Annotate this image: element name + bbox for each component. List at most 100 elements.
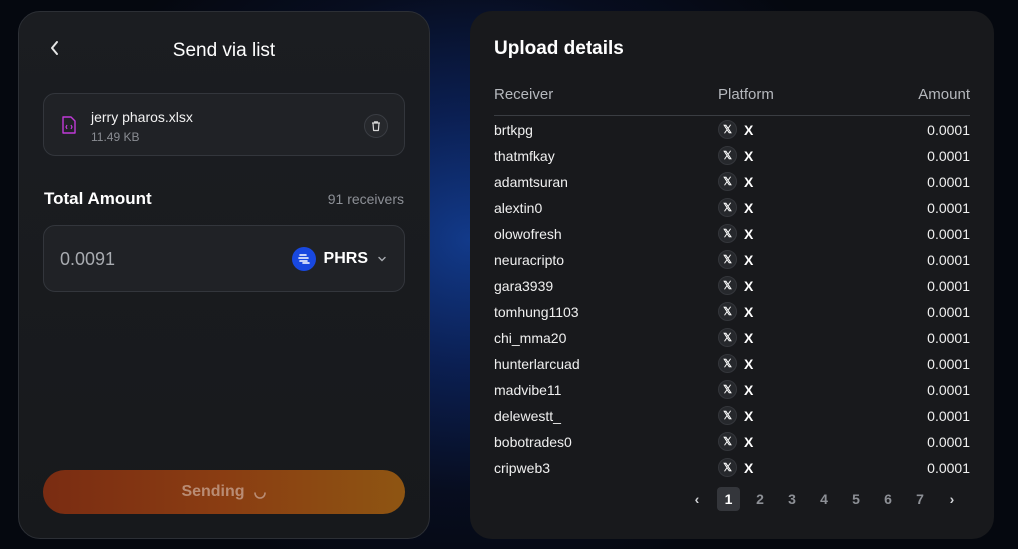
send-button-label: Sending <box>181 483 245 500</box>
amount-cell: 0.0001 <box>927 122 970 138</box>
pagination-page-7[interactable]: 7 <box>904 487 936 511</box>
platform-cell: 𝕏X <box>718 302 753 321</box>
table-row: cripweb3 𝕏 X 0.0001 <box>494 456 970 482</box>
x-logo-icon: 𝕏 <box>718 458 737 477</box>
column-header-platform: Platform <box>718 86 774 103</box>
pagination-page-1[interactable]: 1 <box>717 487 740 511</box>
pagination-next-button[interactable]: › <box>936 487 968 511</box>
amount-cell: 0.0001 <box>927 330 970 346</box>
table-row: brtkpg 𝕏 X 0.0001 <box>494 118 970 144</box>
platform-label: X <box>744 433 754 450</box>
file-name: jerry pharos.xlsx <box>91 109 193 125</box>
platform-label: X <box>744 251 754 268</box>
pagination-page-4[interactable]: 4 <box>808 487 840 511</box>
column-header-amount: Amount <box>918 86 970 103</box>
trash-icon <box>372 121 380 132</box>
platform-label: X <box>744 173 754 190</box>
x-logo-icon: 𝕏 <box>718 224 737 243</box>
platform-label: X <box>744 381 754 398</box>
phrs-token-icon <box>291 247 316 271</box>
amount-cell: 0.0001 <box>927 408 970 424</box>
receiver-cell: thatmfkay <box>494 148 555 164</box>
platform-cell: 𝕏X <box>718 458 753 477</box>
platform-cell: 𝕏X <box>718 120 753 139</box>
platform-cell: 𝕏X <box>718 432 753 451</box>
x-logo-icon: 𝕏 <box>718 120 737 139</box>
spreadsheet-file-icon <box>62 116 76 134</box>
table-row: neuracripto 𝕏 X 0.0001 <box>494 248 970 274</box>
platform-label: X <box>744 459 754 476</box>
amount-cell: 0.0001 <box>927 200 970 216</box>
amount-field[interactable]: 0.0091 PHRS <box>43 225 405 292</box>
receiver-cell: brtkpg <box>494 122 533 138</box>
amount-cell: 0.0001 <box>927 226 970 242</box>
x-logo-icon: 𝕏 <box>718 198 737 217</box>
receiver-cell: tomhung1103 <box>494 304 579 320</box>
table-row: delewestt_ 𝕏 X 0.0001 <box>494 404 970 430</box>
table-row: madvibe11 𝕏 X 0.0001 <box>494 378 970 404</box>
x-logo-icon: 𝕏 <box>718 276 737 295</box>
send-panel: Send via list jerry pharos.xlsx 11.49 KB… <box>18 11 430 539</box>
receiver-cell: adamtsuran <box>494 174 568 190</box>
platform-cell: 𝕏X <box>718 380 753 399</box>
amount-cell: 0.0001 <box>927 252 970 268</box>
x-logo-icon: 𝕏 <box>718 302 737 321</box>
upload-details-title: Upload details <box>494 38 624 59</box>
x-logo-icon: 𝕏 <box>718 146 737 165</box>
platform-cell: 𝕏X <box>718 146 753 165</box>
platform-cell: 𝕏X <box>718 224 753 243</box>
send-button[interactable]: Sending <box>43 470 405 514</box>
platform-cell: 𝕏X <box>718 328 753 347</box>
x-logo-icon: 𝕏 <box>718 172 737 191</box>
platform-cell: 𝕏X <box>718 276 753 295</box>
receiver-cell: delewestt_ <box>494 408 561 424</box>
pagination-page-5[interactable]: 5 <box>840 487 872 511</box>
upload-details-panel: Upload details Receiver Platform Amount … <box>470 11 994 539</box>
pagination-page-2[interactable]: 2 <box>744 487 776 511</box>
amount-cell: 0.0001 <box>927 382 970 398</box>
amount-cell: 0.0001 <box>927 278 970 294</box>
receiver-cell: madvibe11 <box>494 382 562 398</box>
receiver-cell: cripweb3 <box>494 460 551 476</box>
receiver-cell: gara3939 <box>494 278 554 294</box>
x-logo-icon: 𝕏 <box>718 406 737 425</box>
x-logo-icon: 𝕏 <box>718 380 737 399</box>
platform-cell: 𝕏X <box>718 198 753 217</box>
platform-label: X <box>744 355 754 372</box>
receivers-count: 91 receivers <box>327 191 404 207</box>
platform-label: X <box>744 329 754 346</box>
pagination-prev-button[interactable]: ‹ <box>681 487 713 511</box>
token-select[interactable]: PHRS <box>291 246 388 272</box>
platform-label: X <box>744 225 754 242</box>
table-row: adamtsuran 𝕏 X 0.0001 <box>494 170 970 196</box>
platform-cell: 𝕏X <box>718 406 753 425</box>
amount-cell: 0.0001 <box>927 304 970 320</box>
x-logo-icon: 𝕏 <box>718 250 737 269</box>
total-amount-label: Total Amount <box>44 189 152 208</box>
receiver-cell: alextin0 <box>494 200 543 216</box>
table-row: olowofresh 𝕏 X 0.0001 <box>494 222 970 248</box>
table-row: alextin0 𝕏 X 0.0001 <box>494 196 970 222</box>
pagination-page-3[interactable]: 3 <box>776 487 808 511</box>
receiver-cell: chi_mma20 <box>494 330 567 346</box>
x-logo-icon: 𝕏 <box>718 354 737 373</box>
pagination-page-6[interactable]: 6 <box>872 487 904 511</box>
platform-label: X <box>744 277 754 294</box>
x-logo-icon: 𝕏 <box>718 328 737 347</box>
platform-cell: 𝕏X <box>718 172 753 191</box>
table-body: brtkpg 𝕏 X 0.0001 thatmfkay 𝕏 X 0.0001 adamtsu… <box>494 118 970 482</box>
table-row: tomhung1103 𝕏 X 0.0001 <box>494 300 970 326</box>
pagination: ‹ 1 2 3 4 5 6 7 › <box>681 487 968 511</box>
receiver-cell: bobotrades0 <box>494 434 572 450</box>
table-header: Receiver Platform Amount <box>494 86 970 116</box>
platform-cell: 𝕏X <box>718 354 753 373</box>
page-title: Send via list <box>172 40 276 61</box>
delete-file-button[interactable] <box>364 114 388 138</box>
platform-label: X <box>744 199 754 216</box>
column-header-receiver: Receiver <box>494 86 554 103</box>
amount-value: 0.0091 <box>60 249 116 269</box>
table-row: gara3939 𝕏 X 0.0001 <box>494 274 970 300</box>
table-row: bobotrades0 𝕏 X 0.0001 <box>494 430 970 456</box>
file-size: 11.49 KB <box>91 130 140 144</box>
table-row: thatmfkay 𝕏 X 0.0001 <box>494 144 970 170</box>
